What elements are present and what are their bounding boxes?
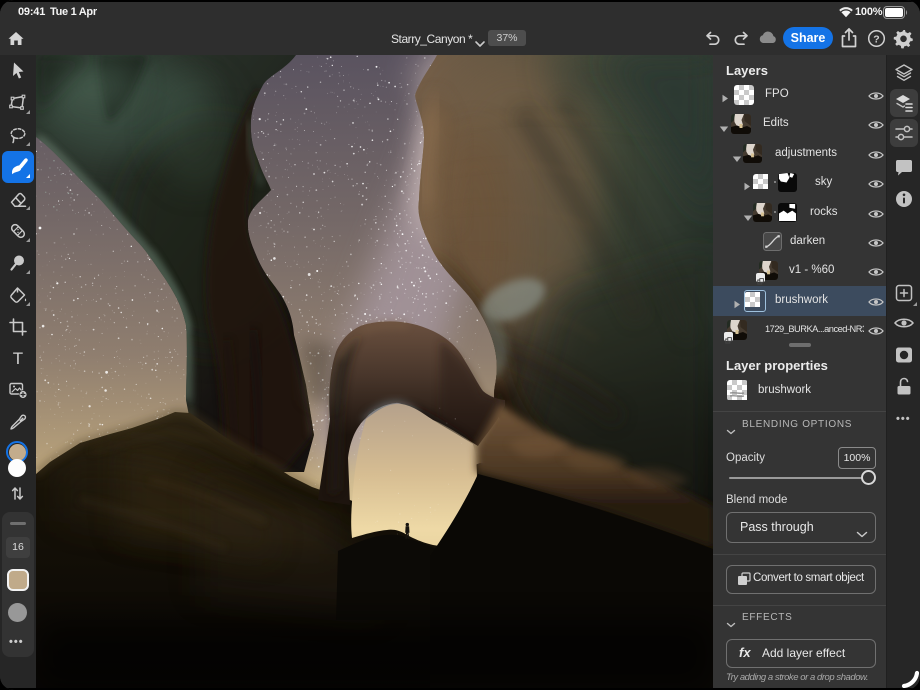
- svg-text:?: ?: [873, 33, 879, 45]
- svg-text:T: T: [13, 349, 23, 368]
